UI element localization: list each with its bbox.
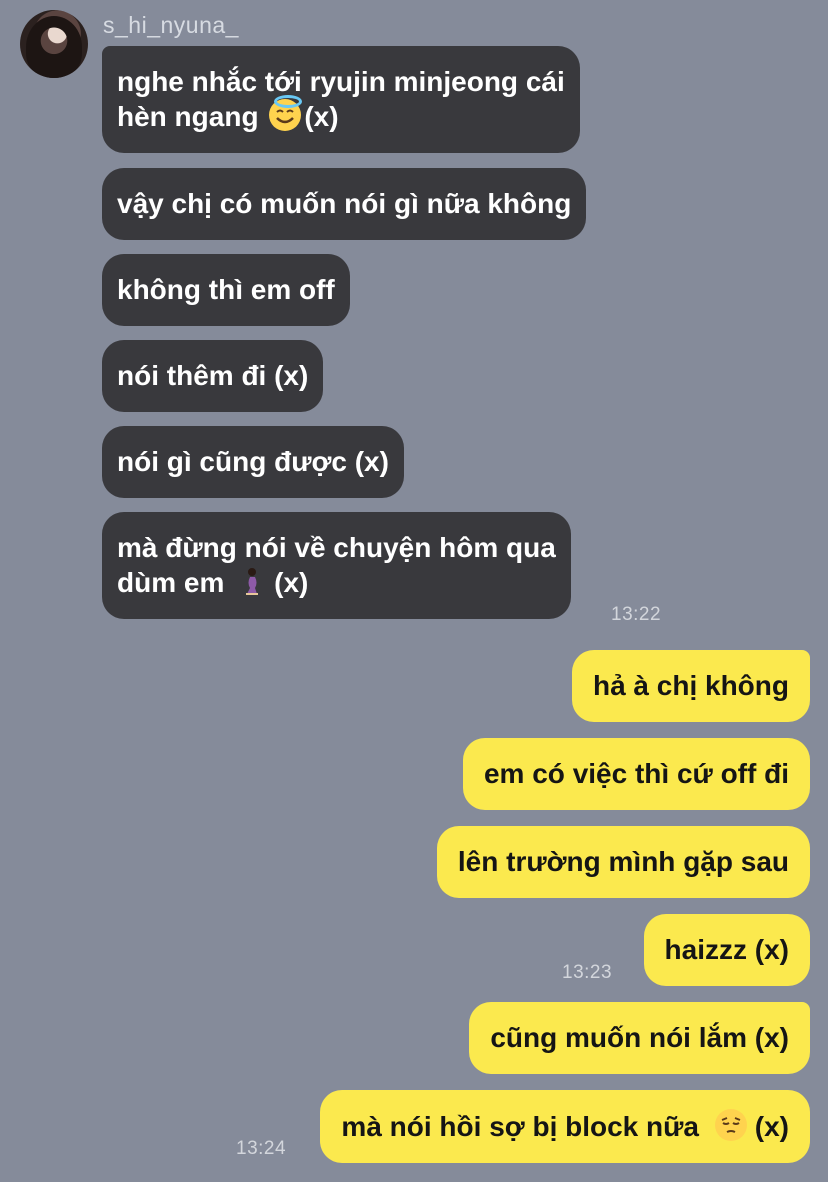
timestamp: 13:23: [562, 962, 613, 983]
outgoing-message[interactable]: mà nói hồi sợ bị block nữa (x): [320, 1090, 810, 1163]
smiling-face-with-halo-icon: [269, 95, 303, 131]
outgoing-message[interactable]: lên trường mình gặp sau: [436, 826, 810, 898]
incoming-message[interactable]: nói thêm đi (x): [102, 340, 324, 412]
incoming-message[interactable]: nói gì cũng được (x): [102, 426, 404, 498]
pensive-face-icon: [714, 1109, 747, 1141]
chat-thread: s_hi_nyuna_ nghe nhắc tới ryujin minjeon…: [0, 0, 828, 1182]
outgoing-message[interactable]: hả à chị không: [571, 650, 810, 722]
incoming-message[interactable]: nghe nhắc tới ryujin minjeong cái hèn ng…: [102, 46, 580, 153]
outgoing-message[interactable]: em có việc thì cứ off đi: [462, 738, 810, 810]
timestamp: 13:24: [236, 1138, 287, 1159]
sender-username: s_hi_nyuna_: [103, 12, 239, 38]
timestamp: 13:22: [611, 604, 662, 625]
incoming-message[interactable]: không thì em off: [102, 254, 350, 326]
avatar[interactable]: [20, 10, 88, 78]
outgoing-message[interactable]: cũng muốn nói lắm (x): [469, 1002, 810, 1074]
outgoing-message[interactable]: haizzz (x): [643, 914, 810, 986]
incoming-message[interactable]: vậy chị có muốn nói gì nữa không: [102, 168, 587, 240]
person-kneeling-icon: [240, 565, 266, 597]
incoming-message[interactable]: mà đừng nói về chuyện hôm qua dùm em (x): [102, 512, 571, 619]
